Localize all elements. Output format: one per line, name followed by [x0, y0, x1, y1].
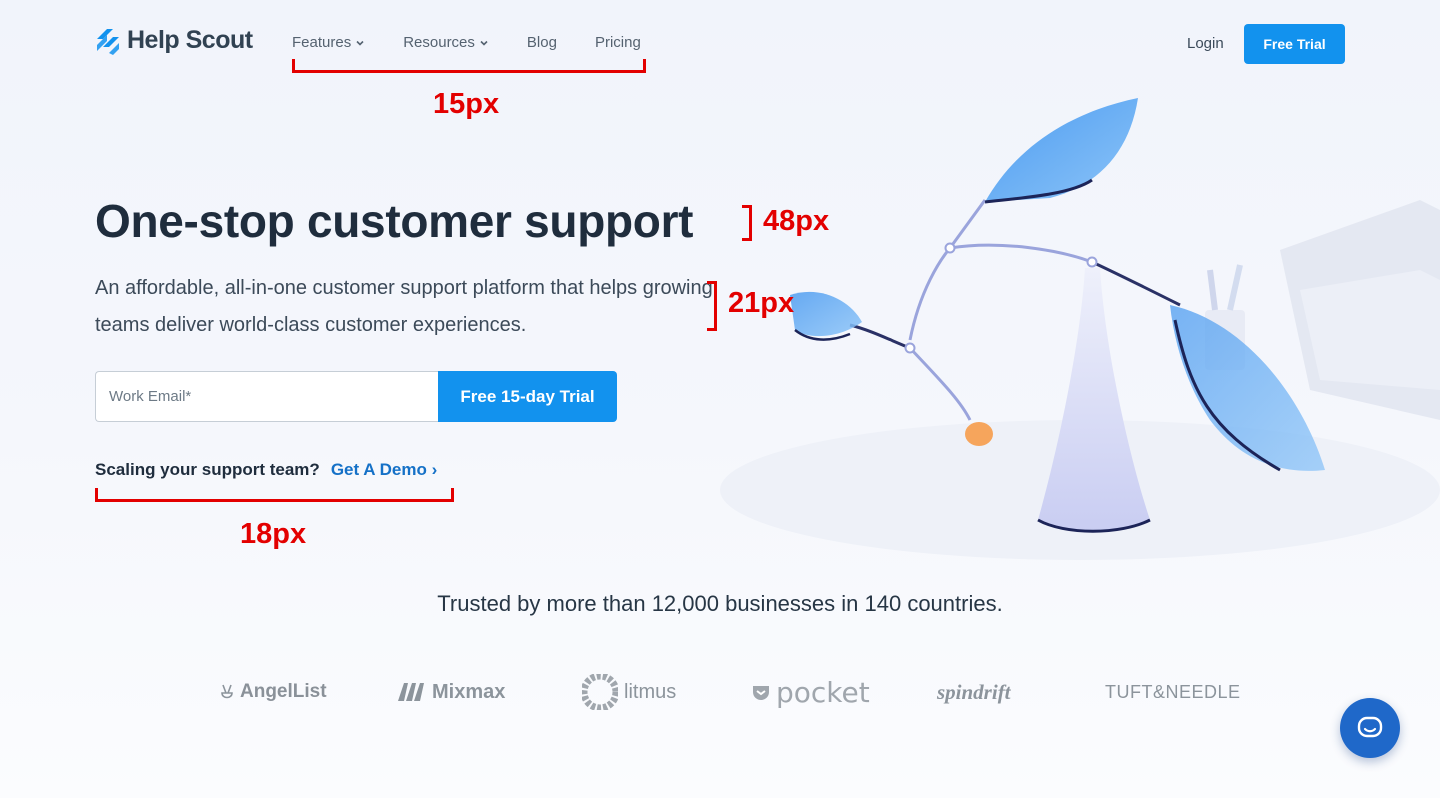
free-trial-button[interactable]: Free Trial — [1244, 24, 1345, 64]
logo-text: Help Scout — [127, 26, 253, 54]
main-nav: Features Resources Blog Pricing — [292, 34, 679, 51]
pocket-logo: pocket — [752, 672, 870, 712]
annotation-bracket-demo — [95, 488, 454, 502]
logo-label: AngelList — [240, 681, 327, 702]
annotation-bracket-title — [742, 205, 752, 241]
help-scout-logo-icon — [97, 28, 119, 55]
litmus-icon — [582, 674, 618, 710]
annotation-subtitle-size: 21px — [728, 287, 795, 319]
annotation-title-size: 48px — [763, 205, 830, 237]
mixmax-logo: Mixmax — [396, 672, 505, 712]
annotation-bracket-nav — [292, 59, 646, 73]
logo-label: pocket — [776, 675, 870, 709]
logo-label: litmus — [624, 680, 677, 703]
litmus-logo: litmus — [582, 672, 676, 712]
hero-title: One-stop customer support — [95, 195, 694, 247]
nav-item-pricing[interactable]: Pricing — [595, 34, 641, 51]
spindrift-logo: spindrift — [937, 672, 1011, 712]
nav-item-label: Pricing — [594, 34, 641, 51]
free-15-day-trial-button[interactable]: Free 15-day Trial — [438, 371, 617, 422]
demo-question: Scaling your support team? — [95, 460, 320, 479]
nav-item-label: Features — [292, 34, 352, 51]
work-email-input[interactable] — [95, 371, 439, 422]
trusted-text: Trusted by more than 12,000 businesses i… — [437, 591, 1003, 616]
annotation-nav-size: 15px — [433, 88, 500, 120]
tuft-needle-logo: TUFT&NEEDLE — [1105, 672, 1241, 712]
annotation-demo-size: 18px — [240, 518, 307, 550]
chevron-down-icon — [356, 40, 364, 46]
angellist-icon — [221, 684, 233, 699]
nav-item-features[interactable]: Features — [292, 34, 365, 51]
get-a-demo-link[interactable]: Get A Demo › — [331, 460, 437, 480]
logo-label: TUFT&NEEDLE — [1105, 681, 1241, 702]
mixmax-icon — [398, 683, 424, 701]
nav-item-label: Blog — [526, 34, 557, 51]
chat-icon — [1357, 716, 1383, 738]
hero-illustration — [720, 98, 1440, 560]
chevron-down-icon — [480, 40, 488, 46]
help-scout-logo[interactable]: Help Scout — [95, 26, 253, 55]
customer-logos: AngelList Mixmax litmus pocket spindrift… — [220, 672, 1240, 712]
logo-label: Mixmax — [432, 680, 506, 703]
nav-item-resources[interactable]: Resources — [403, 34, 489, 51]
nav-item-label: Resources — [403, 34, 475, 51]
login-link[interactable]: Login — [1187, 35, 1224, 52]
demo-row: Scaling your support team? Get A Demo › — [95, 460, 437, 480]
annotation-bracket-subtitle — [707, 281, 717, 331]
angellist-logo: AngelList — [220, 672, 327, 712]
logo-label: spindrift — [937, 679, 1011, 704]
chat-button[interactable] — [1340, 698, 1400, 758]
hero-subtitle: An affordable, all-in-one customer suppo… — [95, 277, 713, 336]
pocket-icon — [753, 686, 769, 700]
nav-item-blog[interactable]: Blog — [527, 34, 557, 51]
